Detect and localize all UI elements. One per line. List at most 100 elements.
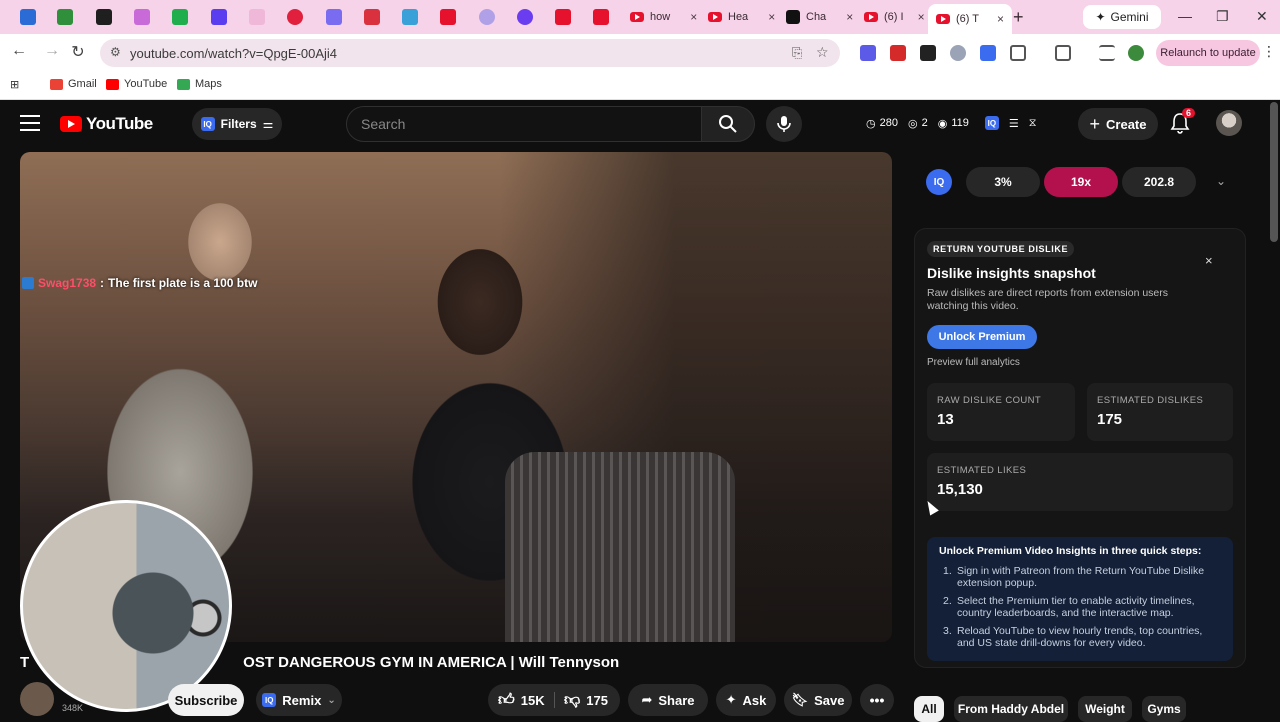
iq-metric-chip[interactable]: 3% [966,167,1040,197]
eye-icon: ◎ [907,117,918,130]
facecam-overlay [20,500,232,712]
minimize-button[interactable]: — [1178,8,1192,24]
close-icon[interactable]: × [1205,253,1213,268]
pinned-tab-icon[interactable] [555,9,571,25]
browser-tab[interactable]: Hea × [700,4,783,30]
channel-avatar[interactable] [20,682,54,716]
extension-icon[interactable] [890,45,906,61]
pinned-tab-icon[interactable] [134,9,150,25]
chip-channel[interactable]: From Haddy Abdel [954,696,1068,722]
browser-tab[interactable]: (6) I × [856,4,933,30]
unlock-premium-button[interactable]: Unlock Premium [927,325,1037,349]
timer-icon[interactable]: ⧖ [1029,117,1037,130]
bookmark-maps[interactable]: Maps [177,78,222,90]
bookmark-star-icon[interactable]: ☆ [816,44,829,61]
chevron-down-icon[interactable]: ⌄ [1216,174,1226,188]
chip-all[interactable]: All [914,696,944,722]
tab-close-icon[interactable]: × [997,12,1004,26]
pinned-tab-icon[interactable] [96,9,112,25]
site-info-icon[interactable]: ⚙ [110,45,121,59]
search-input[interactable] [347,107,701,141]
extension-icon[interactable] [980,45,996,61]
browser-tab[interactable]: Cha × [778,4,861,30]
tab-close-icon[interactable]: × [690,10,697,24]
reload-button[interactable]: ↻ [67,42,89,62]
bookmark-gmail[interactable]: Gmail [50,78,97,90]
voice-search-button[interactable] [766,106,802,142]
tab-close-icon[interactable]: × [768,10,775,24]
pinned-tab-icon[interactable] [479,9,495,25]
apps-grid-icon[interactable]: ⊞ [10,78,19,91]
chip-gyms[interactable]: Gyms [1142,696,1186,722]
close-window-button[interactable]: ✕ [1256,8,1268,25]
pinned-tab-icon[interactable] [402,9,418,25]
ryd-tag: RETURN YOUTUBE DISLIKE [927,241,1075,257]
browser-tab-active[interactable]: (6) T × [928,4,1013,34]
thumbs-down-icon: 👎︎ [564,691,581,709]
pinned-tab-icon[interactable] [249,9,265,25]
forward-button[interactable]: → [41,42,63,60]
iq-icon[interactable]: IQ [984,116,999,130]
pinned-tab-icon[interactable] [517,9,533,25]
profile-icon[interactable] [1128,45,1144,61]
pinned-tab-icon[interactable] [20,9,36,25]
preview-analytics-link[interactable]: Preview full analytics [927,357,1020,368]
stat-value: 13 [937,411,954,428]
share-button[interactable]: ➦ Share [628,684,708,716]
notifications-button[interactable]: 6 [1170,108,1196,139]
chat-username: Swag1738 [38,276,97,290]
filters-button[interactable]: IQ Filters ⚌ [192,108,282,140]
address-bar[interactable]: ⚙ youtube.com/watch?v=QpgE-00Aji4 ⎘ ☆ [100,39,840,67]
pinned-tab-icon[interactable] [172,9,188,25]
bookmark-youtube[interactable]: YouTube [106,78,167,90]
ask-button[interactable]: ✦ Ask [716,684,776,716]
back-button[interactable]: ← [8,42,30,60]
chat-message: The first plate is a 100 btw [108,276,258,290]
pinned-tab-icon[interactable] [57,9,73,25]
tab-close-icon[interactable]: × [918,10,925,24]
bookmark-label: Gmail [68,78,97,90]
chip-weight[interactable]: Weight [1078,696,1132,722]
extension-icon[interactable] [860,45,876,61]
browser-menu-icon[interactable]: ⋮ [1262,43,1276,60]
create-button[interactable]: + Create [1078,108,1158,140]
new-tab-button[interactable]: + [1013,7,1024,28]
pinned-tab-icon[interactable] [287,9,303,25]
page-scrollbar[interactable] [1270,102,1278,242]
create-label: Create [1106,116,1147,132]
pinned-tab-icon[interactable] [593,9,609,25]
media-controls-icon[interactable] [1099,45,1115,61]
extensions-puzzle-icon[interactable] [1010,45,1026,61]
pinned-tab-icon[interactable] [364,9,380,25]
list-icon[interactable]: ☰ [1009,117,1019,130]
more-actions-button[interactable]: ••• [860,684,894,716]
subscribe-button[interactable]: Subscribe [168,684,244,716]
restore-button[interactable]: ❐ [1216,8,1229,25]
extension-icon[interactable] [950,45,966,61]
like-button[interactable]: 👍︎ 15K [498,684,545,716]
menu-icon[interactable] [20,115,40,136]
stat-card: ESTIMATED LIKES 15,130 [927,453,1233,511]
remix-button[interactable]: IQ Remix ⌄ [256,684,342,716]
account-avatar[interactable] [1216,110,1242,136]
tab-close-icon[interactable]: × [846,10,853,24]
step-number: 1. [943,565,952,577]
pinned-tab-icon[interactable] [211,9,227,25]
browser-tab[interactable]: how × [622,4,705,30]
pinned-tab-icon[interactable] [326,9,342,25]
youtube-tab-icon [936,14,950,24]
iq-metric-chip[interactable]: 19x [1044,167,1118,197]
save-button[interactable]: 🔖︎ Save [784,684,852,716]
pinned-tab-icon[interactable] [440,9,456,25]
iq-logo-icon[interactable]: IQ [926,169,952,195]
search-button[interactable] [701,106,755,142]
youtube-logo[interactable]: YouTube [60,114,153,134]
iq-metric-chip[interactable]: 202.8 [1122,167,1196,197]
gemini-button[interactable]: ✦ Gemini [1083,5,1161,29]
install-app-icon[interactable]: ⎘ [792,45,802,61]
dislike-button[interactable]: 👎︎ 175 [564,684,608,716]
bookmark-icon: 🔖︎ [791,692,809,707]
relaunch-button[interactable]: Relaunch to update [1156,40,1260,66]
extension-icon[interactable] [920,45,936,61]
tab-search-icon[interactable] [1055,45,1071,61]
